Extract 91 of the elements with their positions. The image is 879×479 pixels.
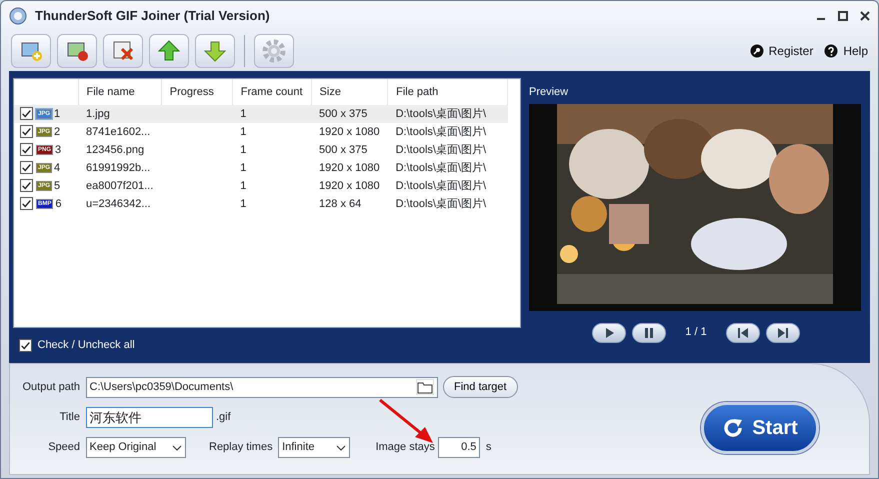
play-icon [603, 326, 616, 338]
field-label: Replay times [209, 440, 273, 456]
check-mark-icon [21, 108, 32, 120]
table-cell: 1920 x 1080 [319, 180, 380, 192]
table-cell: 1920 x 1080 [319, 126, 380, 138]
table-cell: D:\tools\桌面\图片\ [396, 144, 486, 156]
title-field[interactable]: 河东软件 [86, 407, 212, 428]
arrow-down-icon [203, 39, 227, 63]
table-cell: 1 [240, 180, 246, 192]
close-icon[interactable] [860, 11, 870, 21]
register-link[interactable]: Register [750, 42, 814, 60]
replay-times-dropdown[interactable]: Infinite [278, 437, 350, 458]
check-mark-icon [21, 180, 32, 192]
pause-button[interactable] [632, 322, 666, 342]
check-all-checkbox[interactable] [19, 338, 32, 352]
key-icon [750, 44, 764, 58]
table-cell: 1 [240, 162, 246, 174]
speed-dropdown[interactable]: Keep Original [86, 437, 186, 458]
check-mark-icon [20, 340, 31, 351]
previous-button[interactable] [726, 322, 760, 342]
window-title: ThunderSoft GIF Joiner (Trial Version) [35, 7, 270, 26]
skip-back-icon [737, 326, 750, 338]
arrow-up-button[interactable] [149, 34, 189, 68]
table-cell: D:\tools\桌面\图片\ [396, 108, 486, 120]
maximize-icon[interactable] [838, 11, 848, 21]
annotation-arrow [378, 398, 434, 444]
row-number: 5 [54, 180, 60, 192]
table-cell: D:\tools\桌面\图片\ [396, 126, 486, 138]
settings-icon [262, 39, 286, 63]
output-path-field[interactable]: C:\Users\pc0359\Documents\ [86, 376, 438, 398]
field-label: Speed [47, 440, 80, 456]
table-cell: 1 [240, 198, 246, 210]
table-cell: ea8007f201... [86, 180, 154, 192]
row-number: 4 [54, 162, 60, 174]
table-cell: D:\tools\桌面\图片\ [396, 162, 486, 174]
row-checkbox[interactable] [20, 179, 33, 192]
chevron-down-icon [172, 444, 182, 450]
skip-forward-icon [776, 326, 789, 338]
frame-counter: 1 / 1 [685, 325, 707, 340]
folder-icon [416, 380, 432, 394]
delete-button[interactable] [103, 34, 143, 68]
row-checkbox[interactable] [20, 125, 33, 138]
delete-icon [111, 39, 135, 63]
arrow-down-button[interactable] [195, 34, 235, 68]
field-label: Image stays [376, 440, 435, 456]
arrow-up-icon [157, 39, 181, 63]
preview-title: Preview [529, 85, 568, 100]
row-checkbox[interactable] [20, 197, 33, 210]
table-cell: 500 x 375 [319, 108, 368, 120]
table-cell: u=2346342... [86, 198, 151, 210]
start-button[interactable]: Start [701, 402, 819, 454]
row-checkbox[interactable] [20, 143, 33, 156]
table-cell: 500 x 375 [319, 144, 368, 156]
check-mark-icon [21, 144, 32, 156]
row-checkbox[interactable] [20, 107, 33, 120]
table-cell: 1 [240, 108, 246, 120]
row-number: 1 [54, 108, 60, 120]
app-logo-icon [9, 7, 27, 25]
row-checkbox[interactable] [20, 161, 33, 174]
help-link[interactable]: Help [824, 42, 868, 60]
table-cell: 128 x 64 [319, 198, 362, 210]
row-number: 6 [55, 198, 62, 210]
table-cell: 1 [240, 144, 246, 156]
browse-folder-button[interactable] [416, 379, 434, 395]
row-number: 3 [55, 144, 62, 156]
table-cell: 61991992b... [86, 162, 150, 174]
unit-label: s [486, 440, 492, 456]
refresh-icon [722, 417, 744, 439]
table-cell: D:\tools\桌面\图片\ [396, 180, 486, 192]
add-image-button[interactable] [11, 34, 51, 68]
next-button[interactable] [766, 322, 800, 342]
row-number: 2 [54, 126, 60, 138]
pause-icon [642, 326, 655, 338]
table-cell: 8741e1602... [86, 126, 150, 138]
chevron-down-icon [336, 444, 346, 450]
check-all-label: Check / Uncheck all [38, 338, 135, 353]
check-mark-icon [21, 126, 32, 138]
table-cell: 1 [240, 126, 246, 138]
image-stays-field[interactable]: 0.5 [438, 437, 480, 458]
help-icon [824, 44, 838, 58]
field-label: Title [58, 410, 80, 426]
check-mark-icon [21, 162, 32, 174]
table-cell: 1920 x 1080 [319, 162, 380, 174]
file-extension-label: .gif [216, 410, 231, 426]
table-cell: D:\tools\桌面\图片\ [396, 198, 486, 210]
table-cell: 1.jpg [86, 108, 110, 120]
check-mark-icon [21, 198, 32, 210]
field-label: Output path [22, 380, 80, 395]
play-button[interactable] [592, 322, 626, 342]
find-target-button[interactable]: Find target [443, 376, 518, 398]
table-cell: 123456.png [86, 144, 144, 156]
